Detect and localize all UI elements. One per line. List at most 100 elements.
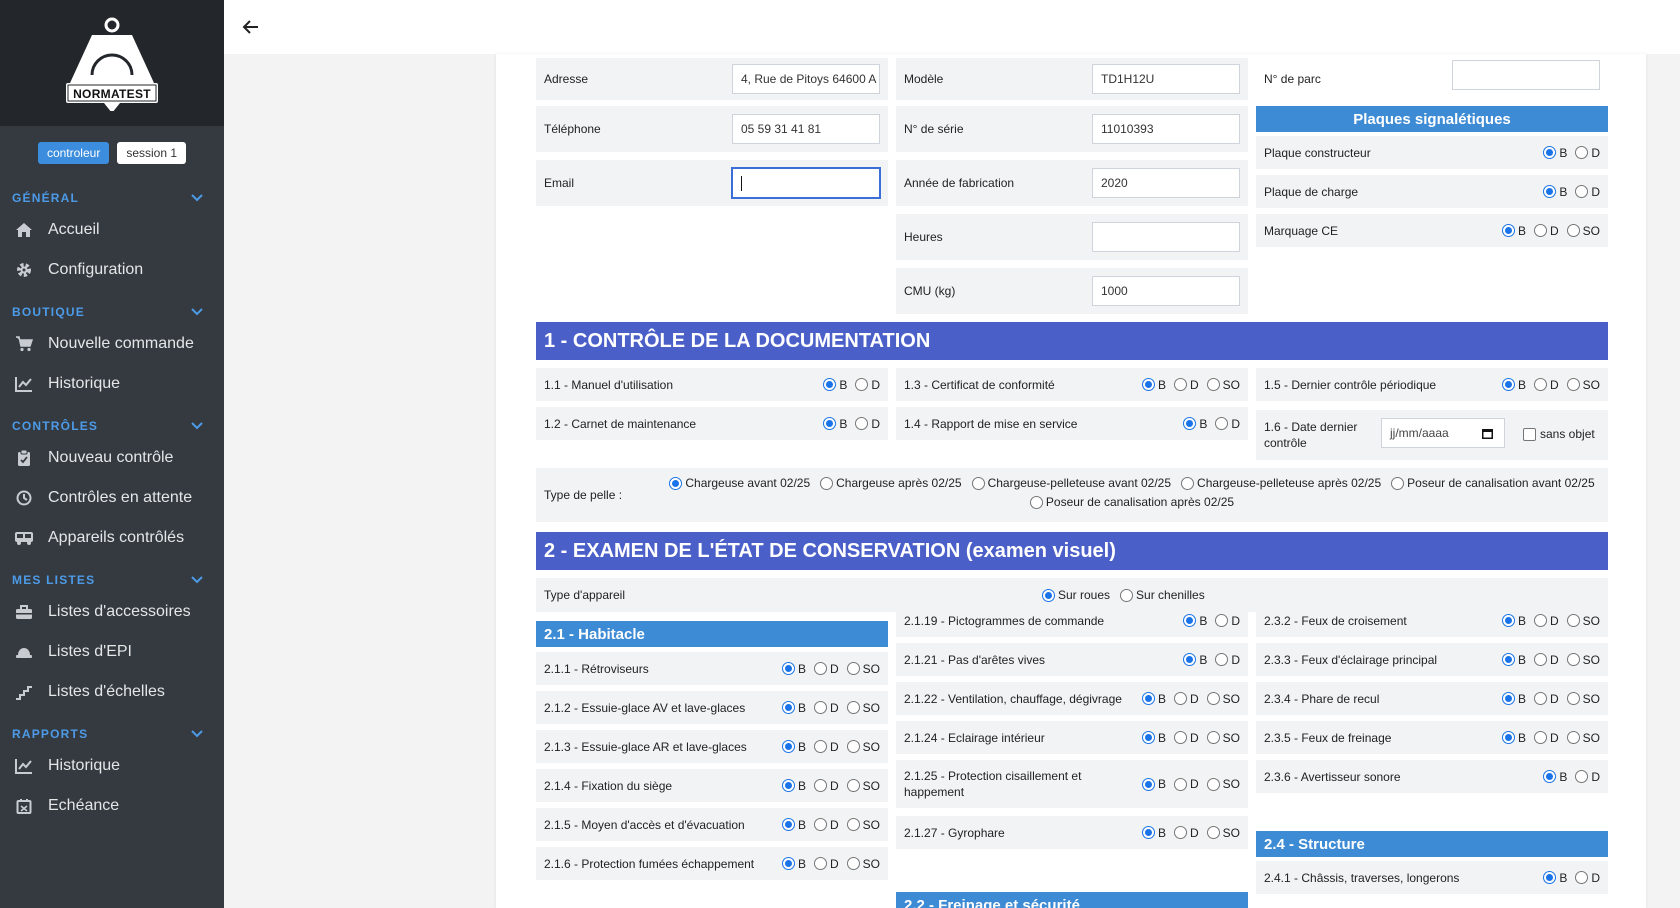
sidebar-item-configuration[interactable]: Configuration xyxy=(0,250,224,290)
radio-d[interactable]: D xyxy=(813,740,839,754)
radio-b[interactable]: B xyxy=(1183,614,1207,628)
radio-so[interactable]: SO xyxy=(1566,731,1600,745)
radio-b[interactable]: B xyxy=(823,417,847,431)
radio-b[interactable]: B xyxy=(1141,777,1166,791)
radio-b[interactable]: B xyxy=(1543,871,1567,885)
radio-d[interactable]: D xyxy=(813,701,839,715)
type-appareil-radio[interactable]: Sur roues xyxy=(1042,588,1110,602)
radio-b[interactable]: B xyxy=(1141,731,1166,745)
radio-so[interactable]: SO xyxy=(1206,826,1240,840)
radio-b[interactable]: B xyxy=(1501,653,1526,667)
radio-so[interactable]: SO xyxy=(1566,692,1600,706)
radio-so[interactable]: SO xyxy=(1566,378,1600,392)
radio-d[interactable]: D xyxy=(1215,614,1240,628)
radio-b[interactable]: B xyxy=(781,701,806,715)
sidebar-section-boutique[interactable]: BOUTIQUE xyxy=(0,300,224,324)
radio-d[interactable]: D xyxy=(1533,653,1559,667)
radio-so[interactable]: SO xyxy=(1206,378,1240,392)
sidebar-item-nouveau-controle[interactable]: Nouveau contrôle xyxy=(0,438,224,478)
modele-input[interactable]: TD1H12U xyxy=(1092,64,1240,94)
radio-b[interactable]: B xyxy=(823,378,847,392)
radio-b[interactable]: B xyxy=(781,662,806,676)
adresse-input[interactable]: 4, Rue de Pitoys 64600 A xyxy=(732,64,880,94)
back-arrow-icon[interactable] xyxy=(240,16,262,38)
radio-so[interactable]: SO xyxy=(1206,731,1240,745)
sans-objet-checkbox[interactable]: sans objet xyxy=(1523,427,1595,441)
radio-d[interactable]: D xyxy=(1575,146,1600,160)
radio-b[interactable]: B xyxy=(1543,146,1567,160)
radio-b[interactable]: B xyxy=(1141,826,1166,840)
radio-so[interactable]: SO xyxy=(846,779,880,793)
radio-so[interactable]: SO xyxy=(1206,692,1240,706)
radio-b[interactable]: B xyxy=(1543,770,1567,784)
type-pelle-radio[interactable]: Chargeuse avant 02/25 xyxy=(669,476,810,490)
type-pelle-radio[interactable]: Chargeuse-pelleteuse après 02/25 xyxy=(1181,476,1381,490)
sidebar-item-controles-attente[interactable]: Contrôles en attente xyxy=(0,478,224,518)
radio-d[interactable]: D xyxy=(1173,826,1199,840)
radio-d[interactable]: D xyxy=(1533,692,1559,706)
radio-b[interactable]: B xyxy=(1501,378,1526,392)
radio-so[interactable]: SO xyxy=(846,857,880,871)
radio-d[interactable]: D xyxy=(1533,731,1559,745)
radio-b[interactable]: B xyxy=(1501,731,1526,745)
radio-b[interactable]: B xyxy=(1141,692,1166,706)
sidebar-section-controles[interactable]: CONTRÔLES xyxy=(0,414,224,438)
type-pelle-radio[interactable]: Chargeuse-pelleteuse avant 02/25 xyxy=(971,476,1171,490)
calendar-icon[interactable] xyxy=(1481,427,1494,440)
radio-d[interactable]: D xyxy=(1533,378,1559,392)
radio-so[interactable]: SO xyxy=(1566,653,1600,667)
radio-d[interactable]: D xyxy=(1575,871,1600,885)
type-pelle-radio[interactable]: Chargeuse après 02/25 xyxy=(820,476,962,490)
email-input[interactable] xyxy=(732,168,880,198)
serie-input[interactable]: 11010393 xyxy=(1092,114,1240,144)
radio-d[interactable]: D xyxy=(813,818,839,832)
radio-d[interactable]: D xyxy=(813,779,839,793)
sidebar-item-historique-boutique[interactable]: Historique xyxy=(0,364,224,404)
radio-d[interactable]: D xyxy=(1215,653,1240,667)
radio-d[interactable]: D xyxy=(855,378,880,392)
radio-d[interactable]: D xyxy=(1533,614,1559,628)
sidebar-item-listes-accessoires[interactable]: Listes d'accessoires xyxy=(0,592,224,632)
sidebar-section-rapports[interactable]: RAPPORTS xyxy=(0,722,224,746)
radio-d[interactable]: D xyxy=(1173,692,1199,706)
radio-so[interactable]: SO xyxy=(846,818,880,832)
radio-b[interactable]: B xyxy=(781,818,806,832)
sidebar-section-general[interactable]: GÉNÉRAL xyxy=(0,186,224,210)
radio-so[interactable]: SO xyxy=(1566,614,1600,628)
radio-b[interactable]: B xyxy=(1501,692,1526,706)
radio-so[interactable]: SO xyxy=(1566,224,1600,238)
radio-so[interactable]: SO xyxy=(846,701,880,715)
radio-b[interactable]: B xyxy=(781,857,806,871)
heures-input[interactable] xyxy=(1092,222,1240,252)
radio-d[interactable]: D xyxy=(1575,185,1600,199)
user-badge[interactable]: controleur xyxy=(37,142,110,164)
sidebar-section-mes-listes[interactable]: MES LISTES xyxy=(0,568,224,592)
type-pelle-radio[interactable]: Poseur de canalisation avant 02/25 xyxy=(1391,476,1595,490)
sidebar-item-accueil[interactable]: Accueil xyxy=(0,210,224,250)
annee-input[interactable]: 2020 xyxy=(1092,168,1240,198)
date-dernier-controle-input[interactable]: jj/mm/aaaa xyxy=(1381,418,1505,448)
parc-input[interactable] xyxy=(1452,60,1600,90)
sidebar-item-nouvelle-commande[interactable]: Nouvelle commande xyxy=(0,324,224,364)
radio-d[interactable]: D xyxy=(813,857,839,871)
radio-so[interactable]: SO xyxy=(846,662,880,676)
radio-d[interactable]: D xyxy=(855,417,880,431)
type-appareil-radio[interactable]: Sur chenilles xyxy=(1120,588,1205,602)
radio-d[interactable]: D xyxy=(813,662,839,676)
radio-d[interactable]: D xyxy=(1173,378,1199,392)
radio-b[interactable]: B xyxy=(1183,417,1207,431)
sidebar-item-historique-rapports[interactable]: Historique xyxy=(0,746,224,786)
radio-b[interactable]: B xyxy=(781,740,806,754)
radio-d[interactable]: D xyxy=(1215,417,1240,431)
radio-d[interactable]: D xyxy=(1575,770,1600,784)
radio-so[interactable]: SO xyxy=(1206,777,1240,791)
sidebar-item-listes-epi[interactable]: Listes d'EPI xyxy=(0,632,224,672)
session-badge[interactable]: session 1 xyxy=(117,142,187,164)
radio-b[interactable]: B xyxy=(1501,614,1526,628)
radio-so[interactable]: SO xyxy=(846,740,880,754)
normatest-logo[interactable]: NORMATEST xyxy=(62,15,162,113)
radio-b[interactable]: B xyxy=(1183,653,1207,667)
telephone-input[interactable]: 05 59 31 41 81 xyxy=(732,114,880,144)
sidebar-item-appareils-controles[interactable]: Appareils contrôlés xyxy=(0,518,224,558)
radio-b[interactable]: B xyxy=(1501,224,1526,238)
